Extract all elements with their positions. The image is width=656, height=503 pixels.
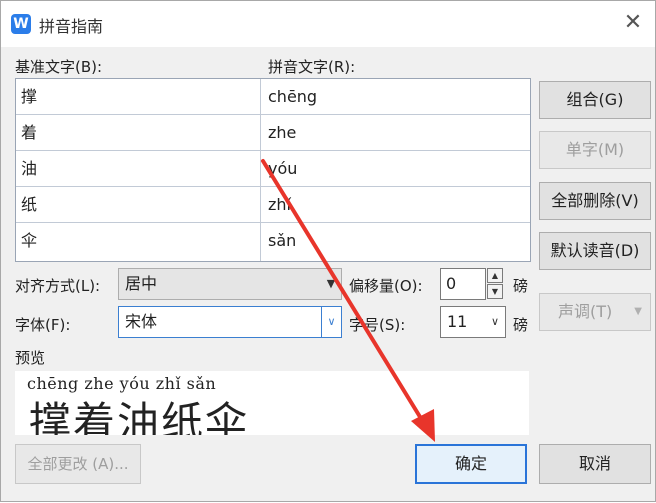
pinyin-guide-dialog: W 拼音指南 ✕ 基准文字(B): 拼音文字(R): 撑 chēng 着 zhe…: [0, 0, 656, 502]
preview-pinyin: chēng zhe yóu zhǐ sǎn: [27, 374, 217, 393]
base-text-header: 基准文字(B):: [15, 58, 103, 76]
alignment-value: 居中: [125, 274, 158, 293]
single-char-button[interactable]: 单字(M): [539, 131, 651, 169]
font-label: 字体(F):: [15, 316, 71, 334]
tone-dropdown-button[interactable]: 声调(T) ▼: [539, 293, 651, 331]
chevron-down-icon: ∨: [490, 315, 500, 328]
ok-button[interactable]: 确定: [415, 444, 527, 484]
preview-characters: 撑着油纸伞: [29, 398, 250, 435]
dialog-title: 拼音指南: [39, 17, 104, 36]
pinyin-text-cell[interactable]: chēng: [261, 79, 530, 114]
base-text-cell[interactable]: 伞: [16, 223, 261, 261]
size-select[interactable]: 11 ∨: [440, 306, 506, 338]
spin-down-icon[interactable]: ▼: [487, 284, 503, 299]
pinyin-text-cell[interactable]: sǎn: [261, 223, 530, 261]
base-text-cell[interactable]: 撑: [16, 79, 261, 114]
alignment-label: 对齐方式(L):: [15, 277, 101, 295]
chevron-down-icon: ∨: [321, 307, 341, 337]
table-row: 油 yóu: [16, 151, 530, 187]
pinyin-text-header: 拼音文字(R):: [268, 58, 356, 76]
chevron-down-icon: ▼: [634, 306, 642, 317]
wps-writer-icon: W: [11, 14, 31, 34]
title-bar: W 拼音指南 ✕: [1, 1, 655, 47]
delete-all-button[interactable]: 全部删除(V): [539, 182, 651, 220]
base-text-cell[interactable]: 油: [16, 151, 261, 186]
spin-up-icon[interactable]: ▲: [487, 268, 503, 283]
font-select[interactable]: 宋体 ∨: [118, 306, 342, 338]
preview-label: 预览: [15, 349, 46, 367]
size-label: 字号(S):: [349, 316, 406, 334]
chevron-down-icon: ▼: [326, 277, 336, 290]
base-text-cell[interactable]: 着: [16, 115, 261, 150]
offset-input[interactable]: 0: [440, 268, 486, 300]
preview-box: chēng zhe yóu zhǐ sǎn 撑着油纸伞: [15, 371, 529, 435]
pinyin-text-cell[interactable]: yóu: [261, 151, 530, 186]
close-icon[interactable]: ✕: [617, 9, 649, 39]
cancel-button[interactable]: 取消: [539, 444, 651, 484]
default-reading-button[interactable]: 默认读音(D): [539, 232, 651, 270]
pinyin-text-cell[interactable]: zhǐ: [261, 187, 530, 222]
pinyin-text-cell[interactable]: zhe: [261, 115, 530, 150]
size-value: 11: [447, 312, 468, 331]
offset-unit: 磅: [513, 277, 529, 295]
table-row: 纸 zhǐ: [16, 187, 530, 223]
font-value: 宋体: [125, 312, 158, 331]
tone-button-label: 声调(T): [558, 302, 613, 321]
base-text-cell[interactable]: 纸: [16, 187, 261, 222]
alignment-select[interactable]: 居中 ▼: [118, 268, 342, 300]
apply-all-button[interactable]: 全部更改 (A)...: [15, 444, 141, 484]
pinyin-table: 撑 chēng 着 zhe 油 yóu 纸 zhǐ 伞 sǎn: [15, 78, 531, 262]
offset-spinner: ▲ ▼: [487, 268, 503, 299]
combine-button[interactable]: 组合(G): [539, 81, 651, 119]
offset-label: 偏移量(O):: [349, 277, 423, 295]
table-row: 着 zhe: [16, 115, 530, 151]
table-row: 伞 sǎn: [16, 223, 530, 261]
table-row: 撑 chēng: [16, 79, 530, 115]
size-unit: 磅: [513, 316, 529, 334]
